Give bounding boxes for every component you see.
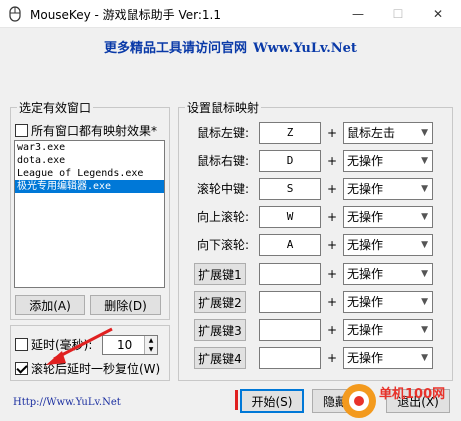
maximize-button[interactable]: ☐ xyxy=(378,0,418,28)
action-select-value: 无操作 xyxy=(347,238,384,252)
mapping-label: 向下滚轮: xyxy=(197,238,250,252)
mapping-label: 向上滚轮: xyxy=(197,210,250,224)
extension-key-button[interactable]: 扩展键2 xyxy=(194,291,246,313)
mapping-group-title: 设置鼠标映射 xyxy=(185,99,262,116)
action-select[interactable]: 无操作 ▼ xyxy=(343,178,433,200)
action-select[interactable]: 无操作 ▼ xyxy=(343,347,433,369)
spin-down-icon[interactable]: ▼ xyxy=(144,345,157,354)
banner-text: 更多精品工具请访问官网 xyxy=(104,41,248,56)
plus-sign: + xyxy=(326,295,338,309)
extension-key-button[interactable]: 扩展键4 xyxy=(194,347,246,369)
chevron-down-icon[interactable]: ▼ xyxy=(421,207,428,227)
chevron-down-icon[interactable]: ▼ xyxy=(421,320,428,340)
all-windows-checkbox-box[interactable] xyxy=(15,124,28,137)
app-mouse-icon xyxy=(9,6,21,22)
action-select-value: 无操作 xyxy=(347,267,384,281)
watermark: 单机100网 xyxy=(337,379,461,421)
all-windows-checkbox-label: 所有窗口都有映射效果* xyxy=(31,124,158,138)
action-select-value: 无操作 xyxy=(347,182,384,196)
window-list-item[interactable]: war3.exe xyxy=(15,141,164,154)
window-listbox[interactable]: war3.exe dota.exe League of Legends.exe 极光专… xyxy=(14,140,165,288)
close-button[interactable]: ✕ xyxy=(418,0,458,28)
promo-banner[interactable]: 更多精品工具请访问官网 Www.YuLv.Net xyxy=(0,37,461,56)
action-select[interactable]: 无操作 ▼ xyxy=(343,263,433,285)
watermark-logo-icon xyxy=(342,384,376,418)
chevron-down-icon[interactable]: ▼ xyxy=(421,348,428,368)
action-select[interactable]: 鼠标左击 ▼ xyxy=(343,122,433,144)
action-select-value: 无操作 xyxy=(347,351,384,365)
plus-sign: + xyxy=(326,210,338,224)
key-input[interactable] xyxy=(259,319,321,341)
window-list-item[interactable]: dota.exe xyxy=(15,154,164,167)
action-select-value: 无操作 xyxy=(347,295,384,309)
action-select[interactable]: 无操作 ▼ xyxy=(343,150,433,172)
key-input[interactable]: W xyxy=(259,206,321,228)
key-input[interactable]: A xyxy=(259,234,321,256)
mapping-label: 滚轮中键: xyxy=(197,182,250,196)
action-select-value: 无操作 xyxy=(347,154,384,168)
chevron-down-icon[interactable]: ▼ xyxy=(421,235,428,255)
key-input[interactable] xyxy=(259,263,321,285)
delay-checkbox-box[interactable] xyxy=(15,338,28,351)
action-select-value: 无操作 xyxy=(347,210,384,224)
add-button[interactable]: 添加(A) xyxy=(15,295,85,315)
key-input[interactable] xyxy=(259,291,321,313)
start-button[interactable]: 开始(S) xyxy=(240,389,304,413)
window-title: MouseKey - 游戏鼠标助手 Ver:1.1 xyxy=(30,8,221,22)
key-input[interactable]: S xyxy=(259,178,321,200)
action-select[interactable]: 无操作 ▼ xyxy=(343,206,433,228)
key-input[interactable] xyxy=(259,347,321,369)
window-list-item[interactable]: 极光专用编辑器.exe xyxy=(15,180,164,193)
mapping-label: 鼠标右键: xyxy=(197,154,250,168)
banner-site[interactable]: Www.YuLv.Net xyxy=(253,41,357,56)
plus-sign: + xyxy=(326,267,338,281)
plus-sign: + xyxy=(326,351,338,365)
red-marker xyxy=(235,390,238,410)
delete-button[interactable]: 删除(D) xyxy=(90,295,161,315)
chevron-down-icon[interactable]: ▼ xyxy=(421,179,428,199)
chevron-down-icon[interactable]: ▼ xyxy=(421,151,428,171)
annotation-arrow-icon xyxy=(46,327,113,365)
action-select[interactable]: 无操作 ▼ xyxy=(343,319,433,341)
plus-sign: + xyxy=(326,182,338,196)
plus-sign: + xyxy=(326,238,338,252)
all-windows-checkbox[interactable]: 所有窗口都有映射效果* xyxy=(15,122,157,139)
window-select-group-title: 选定有效窗口 xyxy=(17,99,94,116)
extension-key-button[interactable]: 扩展键1 xyxy=(194,263,246,285)
extension-key-button[interactable]: 扩展键3 xyxy=(194,319,246,341)
key-input[interactable]: D xyxy=(259,150,321,172)
action-select-value: 无操作 xyxy=(347,323,384,337)
plus-sign: + xyxy=(326,126,338,140)
mapping-label: 鼠标左键: xyxy=(197,126,250,140)
window-list-item[interactable]: League of Legends.exe xyxy=(15,167,164,180)
action-select-value: 鼠标左击 xyxy=(347,126,396,140)
key-input[interactable]: Z xyxy=(259,122,321,144)
chevron-down-icon[interactable]: ▼ xyxy=(421,123,428,143)
title-bar: MouseKey - 游戏鼠标助手 Ver:1.1 — ☐ ✕ xyxy=(0,0,461,28)
plus-sign: + xyxy=(326,154,338,168)
footer-link[interactable]: Http://Www.YuLv.Net xyxy=(13,397,121,408)
chevron-down-icon[interactable]: ▼ xyxy=(421,264,428,284)
spin-up-icon[interactable]: ▲ xyxy=(144,336,157,345)
action-select[interactable]: 无操作 ▼ xyxy=(343,234,433,256)
plus-sign: + xyxy=(326,323,338,337)
action-select[interactable]: 无操作 ▼ xyxy=(343,291,433,313)
reset-checkbox-box[interactable] xyxy=(15,362,28,375)
minimize-button[interactable]: — xyxy=(338,0,378,28)
chevron-down-icon[interactable]: ▼ xyxy=(421,292,428,312)
watermark-text: 单机100网 xyxy=(379,387,446,402)
